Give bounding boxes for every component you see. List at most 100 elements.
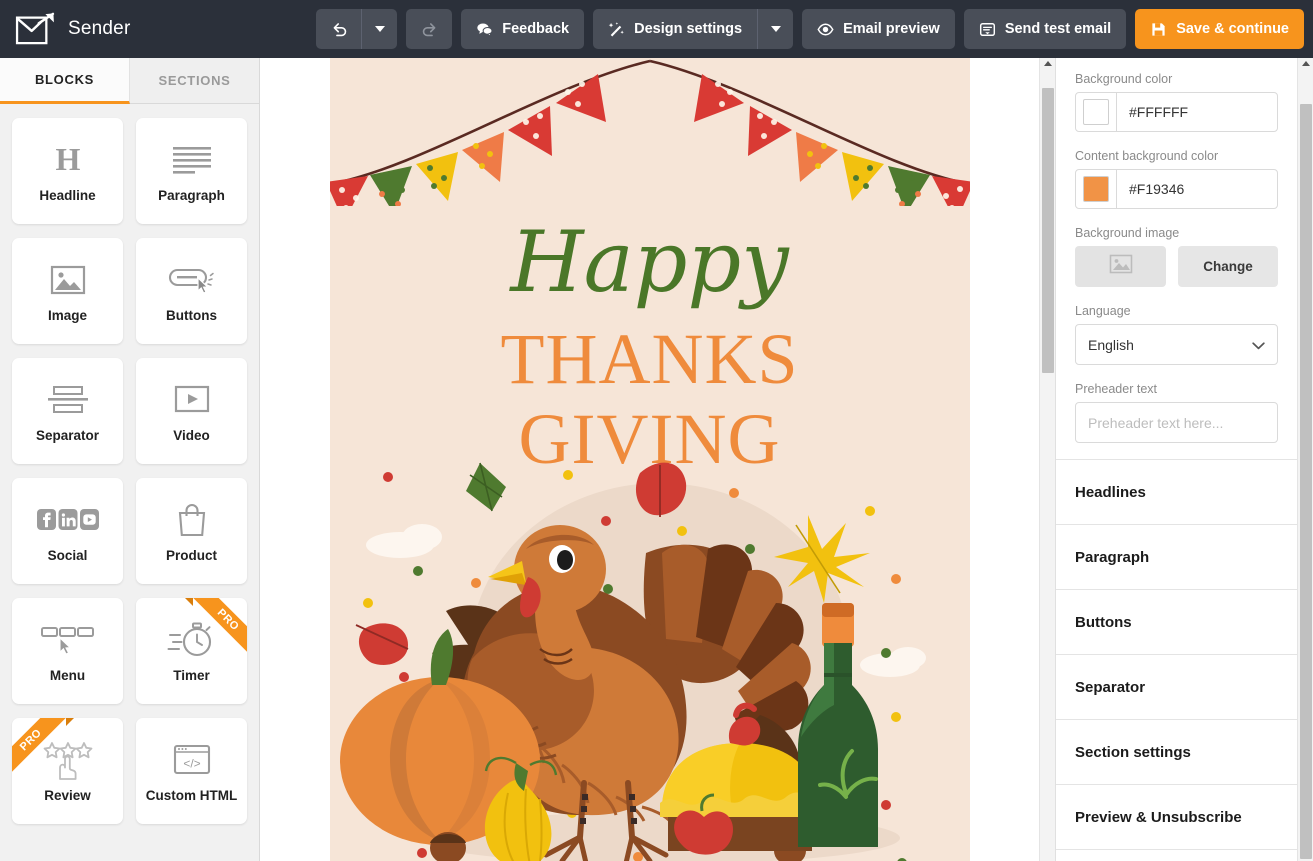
design-settings-label: Design settings [634, 21, 743, 37]
app-root: Sender Feedback Design settings Email pr… [0, 0, 1313, 861]
design-settings-form: Background color #FFFFFF Content backgro… [1056, 58, 1297, 459]
email-headline-line1: THANKS [500, 319, 799, 399]
design-settings-button[interactable]: Design settings [593, 9, 757, 49]
block-custom-html[interactable]: </> Custom HTML [136, 718, 247, 824]
tab-sections-label: SECTIONS [158, 73, 231, 88]
email-preview-body[interactable]: Happy THANKS GIVING [329, 58, 970, 861]
settings-panel: Background color #FFFFFF Content backgro… [1055, 58, 1313, 861]
brand-name: Sender [68, 18, 131, 39]
save-continue-button[interactable]: Save & continue [1135, 9, 1304, 49]
background-color-field[interactable]: #FFFFFF [1075, 92, 1278, 132]
save-disk-icon [1150, 21, 1167, 38]
accordion-item-separator[interactable]: Separator [1056, 655, 1297, 720]
block-paragraph[interactable]: Paragraph [136, 118, 247, 224]
bunting-decoration-icon [329, 59, 970, 206]
menu-cursor-icon [40, 618, 96, 662]
accordion-label: Buttons [1075, 613, 1132, 631]
accordion-label: Section settings [1075, 743, 1191, 761]
settings-scrollbar-thumb[interactable] [1300, 104, 1312, 859]
block-buttons[interactable]: Buttons [136, 238, 247, 344]
stars-hand-icon [41, 738, 95, 782]
color-swatch [1083, 99, 1109, 125]
canvas-scrollbar-thumb[interactable] [1042, 88, 1054, 373]
accordion-item-paragraph[interactable]: Paragraph [1056, 525, 1297, 590]
redo-button[interactable] [406, 9, 453, 49]
tab-blocks[interactable]: BLOCKS [0, 58, 130, 104]
block-separator[interactable]: Separator [12, 358, 123, 464]
send-test-email-label: Send test email [1004, 21, 1112, 37]
block-headline[interactable]: H Headline [12, 118, 123, 224]
svg-text:</>: </> [183, 756, 200, 770]
background-color-label: Background color [1075, 72, 1173, 86]
accordion-item-buttons[interactable]: Buttons [1056, 590, 1297, 655]
settings-scroll-area: Background color #FFFFFF Content backgro… [1056, 58, 1297, 861]
design-settings-caret[interactable] [757, 9, 793, 49]
preheader-input[interactable] [1075, 402, 1278, 443]
accordion-label: Preview & Unsubscribe [1075, 808, 1242, 826]
video-play-icon [173, 378, 211, 422]
social-networks-icon [36, 498, 99, 542]
background-color-value[interactable]: #FFFFFF [1117, 93, 1277, 131]
block-menu[interactable]: Menu [12, 598, 123, 704]
background-image-thumbnail[interactable] [1075, 246, 1166, 287]
canvas-scrollbar[interactable] [1039, 58, 1055, 861]
block-label: Product [165, 548, 217, 564]
block-product[interactable]: Product [136, 478, 247, 584]
email-headline-script: Happy [510, 213, 789, 311]
content-background-color-field[interactable]: #F19346 [1075, 169, 1278, 209]
block-social[interactable]: Social [12, 478, 123, 584]
block-label: Separator [35, 428, 100, 444]
preheader-label: Preheader text [1075, 382, 1157, 396]
block-label: Review [44, 788, 91, 804]
top-toolbar: Sender Feedback Design settings Email pr… [0, 0, 1313, 58]
settings-scrollbar[interactable] [1297, 58, 1313, 861]
tab-sections[interactable]: SECTIONS [130, 58, 259, 104]
eye-icon [817, 21, 834, 38]
block-timer[interactable]: PRO Timer [136, 598, 247, 704]
save-continue-label: Save & continue [1176, 21, 1289, 37]
accordion-item-preview-unsubscribe[interactable]: Preview & Unsubscribe [1056, 785, 1297, 850]
content-background-color-group: Content background color #F19346 [1075, 149, 1278, 209]
text-lines-icon [171, 138, 213, 182]
undo-group [316, 9, 398, 49]
scroll-up-arrow-icon[interactable] [1043, 61, 1052, 66]
heading-h-icon: H [52, 138, 84, 182]
accordion-label: Separator [1075, 678, 1146, 696]
block-image[interactable]: Image [12, 238, 123, 344]
accordion-item-headlines[interactable]: Headlines [1056, 460, 1297, 525]
background-image-group: Background image Change [1075, 226, 1278, 287]
content-background-color-swatch-button[interactable] [1076, 170, 1117, 208]
background-color-swatch-button[interactable] [1076, 93, 1117, 131]
undo-history-caret[interactable] [361, 9, 397, 49]
email-canvas: Happy THANKS GIVING [260, 58, 1055, 861]
redo-icon [421, 21, 438, 38]
undo-button[interactable] [316, 9, 361, 49]
change-background-image-button[interactable]: Change [1178, 246, 1278, 287]
language-select[interactable]: English [1075, 324, 1278, 365]
email-preview-button[interactable]: Email preview [802, 9, 955, 49]
svg-text:H: H [55, 143, 80, 177]
accordion-item-section-settings[interactable]: Section settings [1056, 720, 1297, 785]
shopping-bag-icon [175, 498, 209, 542]
blocks-grid: H Headline Paragraph Image Buttons Separ… [12, 118, 247, 824]
block-label: Menu [49, 668, 86, 684]
block-label: Custom HTML [145, 787, 238, 803]
panel-tabs: BLOCKS SECTIONS [0, 58, 259, 104]
content-background-color-value[interactable]: #F19346 [1117, 170, 1277, 208]
feedback-button[interactable]: Feedback [461, 9, 585, 49]
block-video[interactable]: Video [136, 358, 247, 464]
feedback-label: Feedback [502, 21, 570, 37]
workspace: BLOCKS SECTIONS H Headline Paragraph Ima… [0, 58, 1313, 861]
scroll-up-arrow-icon[interactable] [1301, 61, 1310, 66]
block-label: Social [47, 548, 88, 564]
send-test-email-button[interactable]: Send test email [963, 9, 1127, 49]
block-label: Headline [39, 188, 96, 204]
block-review[interactable]: PRO Review [12, 718, 123, 824]
block-label: Image [47, 308, 88, 324]
accordion-label: Headlines [1075, 483, 1146, 501]
block-label: Video [173, 428, 210, 444]
picture-icon [1109, 254, 1133, 279]
email-preview-label: Email preview [843, 21, 940, 37]
